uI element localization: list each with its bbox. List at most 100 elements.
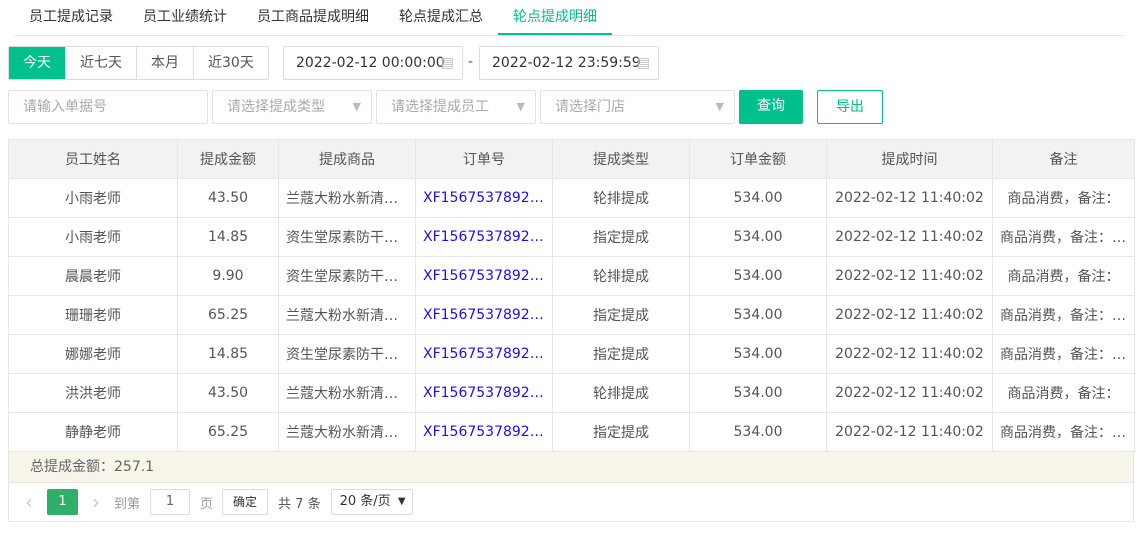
commission-type-cell: 指定提成: [552, 217, 690, 257]
query-button[interactable]: 查询: [739, 90, 803, 124]
table-row: 娜娜老师 14.85 资生堂尿素防干裂... XF156753789219... 指定提…: [8, 334, 1135, 374]
column-header: 订单金额: [689, 139, 827, 179]
column-header: 提成金额: [177, 139, 279, 179]
commission-type-select[interactable]: 请选择提成类型 ▼: [212, 90, 372, 124]
remark-cell: 商品消费，备注：(...: [992, 217, 1135, 257]
page-unit-label: 页: [200, 496, 214, 512]
tab-4[interactable]: 轮点提成汇总: [384, 0, 498, 35]
commission-amount-cell: 14.85: [177, 334, 279, 374]
staff-select[interactable]: 请选择提成员工 ▼: [376, 90, 536, 124]
product-cell: 资生堂尿素防干裂...: [278, 256, 416, 296]
staff-name-cell: 洪洪老师: [8, 373, 178, 413]
column-header: 订单号: [415, 139, 553, 179]
tab-5[interactable]: 轮点提成明细: [498, 0, 612, 35]
remark-cell: 商品消费，备注：(...: [992, 295, 1135, 335]
commission-table: 员工姓名 提成金额 提成商品 订单号 提成类型 订单金额 提成时间 备注 小雨老师 43.50 兰…: [8, 139, 1135, 452]
export-button[interactable]: 导出: [817, 90, 883, 124]
staff-name-cell: 晨晨老师: [8, 256, 178, 296]
order-amount-cell: 534.00: [689, 295, 827, 335]
column-header: 提成类型: [552, 139, 690, 179]
commission-amount-cell: 65.25: [177, 295, 279, 335]
quick-range-4[interactable]: 近30天: [193, 47, 268, 79]
date-separator: -: [468, 54, 474, 70]
page-size-select[interactable]: 20 条/页 ▼: [330, 489, 413, 515]
commission-type-placeholder: 请选择提成类型: [227, 99, 325, 115]
order-number-cell[interactable]: XF156753789219...: [415, 334, 553, 374]
order-number-input[interactable]: 请输入单据号: [8, 90, 208, 124]
quick-range-2[interactable]: 近七天: [65, 47, 136, 79]
order-number-cell[interactable]: XF156753789219...: [415, 295, 553, 335]
commission-amount-cell: 14.85: [177, 217, 279, 257]
commission-amount-cell: 43.50: [177, 178, 279, 218]
prev-page-button[interactable]: ‹: [25, 490, 33, 514]
store-select[interactable]: 请选择门店 ▼: [540, 90, 735, 124]
remark-cell: 商品消费，备注：(...: [992, 412, 1135, 452]
order-number-cell[interactable]: XF156753789219...: [415, 178, 553, 218]
store-placeholder: 请选择门店: [555, 99, 625, 115]
order-amount-cell: 534.00: [689, 256, 827, 296]
table-row: 洪洪老师 43.50 兰蔻大粉水新清滢... XF156753789219... 轮排提…: [8, 373, 1135, 413]
tab-1[interactable]: 员工提成记录: [14, 0, 128, 35]
order-number-cell[interactable]: XF156753789219...: [415, 256, 553, 296]
column-header: 提成商品: [278, 139, 416, 179]
tab-2[interactable]: 员工业绩统计: [128, 0, 242, 35]
product-cell: 资生堂尿素防干裂...: [278, 334, 416, 374]
order-amount-cell: 534.00: [689, 217, 827, 257]
table-row: 珊珊老师 65.25 兰蔻大粉水新清滢... XF156753789219... 指定提…: [8, 295, 1135, 335]
table-row: 小雨老师 14.85 资生堂尿素防干裂... XF156753789219... 指定提…: [8, 217, 1135, 257]
remark-cell: 商品消费，备注：: [992, 178, 1135, 218]
tab-3[interactable]: 员工商品提成明细: [242, 0, 384, 35]
end-date-value: 2022-02-12 23:59:59: [492, 55, 641, 71]
end-date-input[interactable]: 2022-02-12 23:59:59 ▤: [479, 46, 659, 80]
staff-name-cell: 珊珊老师: [8, 295, 178, 335]
commission-amount-cell: 9.90: [177, 256, 279, 296]
start-date-value: 2022-02-12 00:00:00: [296, 55, 445, 71]
remark-cell: 商品消费，备注：(...: [992, 334, 1135, 374]
commission-type-cell: 轮排提成: [552, 178, 690, 218]
pagination: ‹ 1 › 到第 1 页 确定 共 7 条 20 条/页 ▼: [8, 483, 1134, 522]
next-page-button[interactable]: ›: [92, 490, 100, 514]
product-cell: 资生堂尿素防干裂...: [278, 217, 416, 257]
chevron-down-icon: ▼: [352, 100, 361, 113]
order-amount-cell: 534.00: [689, 334, 827, 374]
order-number-placeholder: 请输入单据号: [23, 99, 107, 115]
commission-type-cell: 轮排提成: [552, 256, 690, 296]
staff-name-cell: 娜娜老师: [8, 334, 178, 374]
product-cell: 兰蔻大粉水新清滢...: [278, 178, 416, 218]
commission-time-cell: 2022-02-12 11:40:02: [826, 178, 993, 218]
confirm-goto-button[interactable]: 确定: [222, 489, 269, 515]
staff-name-cell: 小雨老师: [8, 178, 178, 218]
order-number-cell[interactable]: XF156753789219...: [415, 412, 553, 452]
commission-time-cell: 2022-02-12 11:40:02: [826, 412, 993, 452]
commission-type-cell: 指定提成: [552, 334, 690, 374]
order-amount-cell: 534.00: [689, 412, 827, 452]
page-1-button[interactable]: 1: [47, 489, 78, 515]
order-number-cell[interactable]: XF156753789219...: [415, 217, 553, 257]
staff-name-cell: 小雨老师: [8, 217, 178, 257]
commission-time-cell: 2022-02-12 11:40:02: [826, 373, 993, 413]
order-number-cell[interactable]: XF156753789219...: [415, 373, 553, 413]
page-size-value: 20 条/页: [339, 494, 391, 509]
product-cell: 兰蔻大粉水新清滢...: [278, 295, 416, 335]
start-date-input[interactable]: 2022-02-12 00:00:00 ▤: [283, 46, 463, 80]
table-row: 静静老师 65.25 兰蔻大粉水新清滢... XF156753789219... 指定提…: [8, 412, 1135, 452]
goto-page-input[interactable]: 1: [150, 489, 191, 515]
commission-amount-cell: 43.50: [177, 373, 279, 413]
table-row: 小雨老师 43.50 兰蔻大粉水新清滢... XF156753789219... 轮排提…: [8, 178, 1135, 218]
calendar-icon: ▤: [636, 55, 650, 71]
quick-range-1[interactable]: 今天: [9, 47, 65, 79]
quick-range-3[interactable]: 本月: [136, 47, 193, 79]
commission-time-cell: 2022-02-12 11:40:02: [826, 217, 993, 257]
commission-time-cell: 2022-02-12 11:40:02: [826, 256, 993, 296]
commission-time-cell: 2022-02-12 11:40:02: [826, 295, 993, 335]
product-cell: 兰蔻大粉水新清滢...: [278, 373, 416, 413]
chevron-down-icon: ▼: [516, 100, 525, 113]
goto-label: 到第: [114, 496, 141, 512]
column-header: 员工姓名: [8, 139, 178, 179]
staff-name-cell: 静静老师: [8, 412, 178, 452]
column-header: 提成时间: [826, 139, 993, 179]
staff-placeholder: 请选择提成员工: [391, 99, 489, 115]
remark-cell: 商品消费，备注：: [992, 256, 1135, 296]
commission-amount-cell: 65.25: [177, 412, 279, 452]
product-cell: 兰蔻大粉水新清滢...: [278, 412, 416, 452]
